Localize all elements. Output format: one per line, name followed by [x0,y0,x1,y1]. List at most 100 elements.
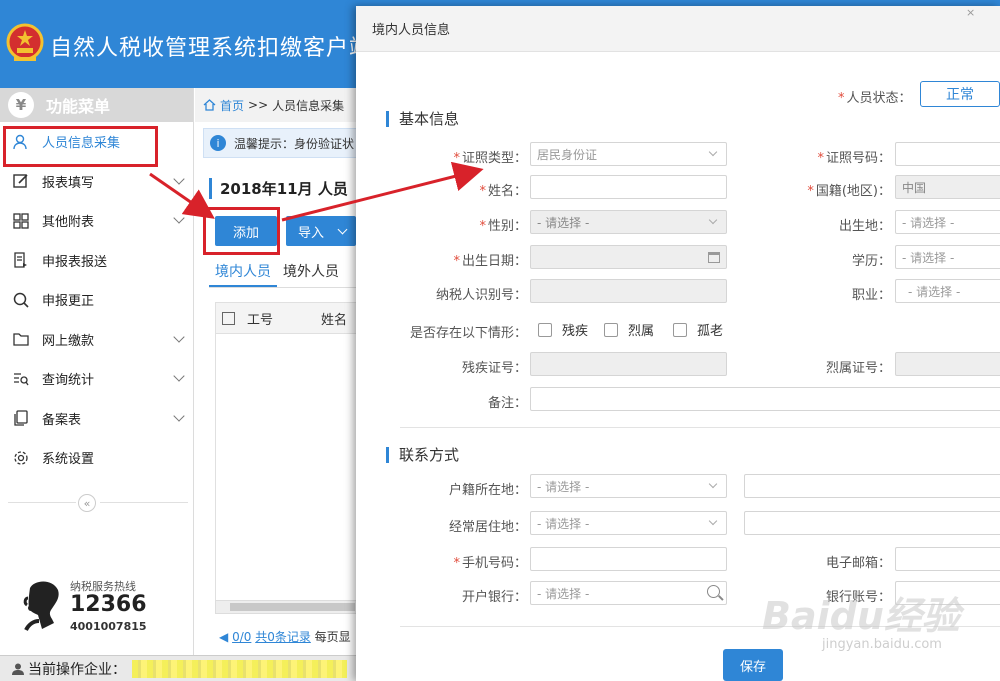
pager-prev-icon[interactable]: ◀ [219,630,228,644]
checkbox-label: 孤老 [697,324,724,339]
breadcrumb-current: 人员信息采集 [272,98,345,113]
sidebar-item-settings[interactable]: 系统设置 [0,438,193,478]
hotline-number: 12366 [70,592,147,617]
sidebar-item-online-payment[interactable]: 网上缴款 [0,320,193,360]
chevron-down-icon [708,479,718,489]
checkbox-box[interactable] [604,322,618,337]
bank-label: 开户银行： [461,590,527,605]
section-divider [400,427,1000,428]
scrollbar-thumb[interactable] [230,603,355,611]
tab-domestic[interactable]: 境内人员 [209,258,277,287]
grid-icon [12,213,30,229]
redacted-company-name [132,659,347,678]
breadcrumb-home-link[interactable]: 首页 [220,97,244,114]
select-all-checkbox[interactable] [222,311,235,325]
notice-banner: i 温馨提示：身份验证状 [203,128,358,158]
chevron-down-icon [708,516,718,526]
table-body [215,334,360,604]
collapse-sidebar-button[interactable]: « [78,494,96,512]
checkbox-box[interactable] [538,322,552,337]
column-header-name: 姓名 [321,312,348,328]
table-header: 工号 姓名 [215,302,360,334]
taxpayer-id-input[interactable] [530,279,727,303]
sidebar-item-report-submit[interactable]: 申报表报送 [0,241,193,281]
sidebar-item-filing[interactable]: 备案表 [0,399,193,439]
copy-icon [12,410,30,426]
breadcrumb-separator: >> [248,98,269,112]
sidebar-menu: 人员信息采集 报表填写 其他附表 申报表报送 申报更正 网上缴款 查询统计 备案… [0,122,193,478]
section-basic-info: 基本信息 [386,111,459,127]
status-label: * 人员状态： [838,91,912,106]
import-button-label: 导入 [298,225,325,241]
checkbox-disability[interactable]: 残疾 [538,320,588,339]
name-input[interactable] [530,175,727,199]
disability-cert-input[interactable] [530,352,727,376]
watermark-logo: Baidu经验 [762,594,960,638]
id-type-select[interactable]: 居民身份证 [530,142,727,166]
home-icon [203,99,216,111]
nationality-label: * 国籍(地区)： [807,184,891,199]
user-icon [12,663,24,675]
save-button[interactable]: 保存 [723,649,783,681]
current-company-label: 当前操作企业： [28,661,126,678]
id-number-input[interactable] [895,142,1000,166]
sidebar: ¥ 功能菜单 人员信息采集 报表填写 其他附表 申报表报送 申报更正 网上缴款 … [0,88,194,660]
pager-page-link[interactable]: 0/0 [232,630,251,644]
hotline-alt-number: 4001007815 [70,620,147,633]
send-report-icon [12,252,30,268]
checkbox-lonely-elderly[interactable]: 孤老 [673,320,723,339]
martyr-cert-input[interactable] [895,352,1000,376]
personnel-tabs: 境内人员 境外人员 [209,258,360,288]
email-input[interactable] [895,547,1000,571]
gender-label: * 性别： [479,219,527,234]
import-dropdown-button[interactable]: 导入 [286,216,356,246]
horizontal-scrollbar[interactable] [215,600,360,614]
close-icon[interactable]: × [966,6,986,19]
info-icon: i [210,135,226,151]
sidebar-item-label: 申报更正 [42,294,95,310]
id-type-label: * 证照类型： [453,151,527,166]
education-select[interactable]: - 请选择 - [895,245,1000,269]
chevron-down-icon [173,330,185,343]
sidebar-item-other-schedules[interactable]: 其他附表 [0,201,193,241]
remark-label: 备注： [487,396,527,411]
remark-input[interactable] [530,387,1000,411]
sidebar-item-query-stats[interactable]: 查询统计 [0,359,193,399]
sidebar-item-report-fill[interactable]: 报表填写 [0,162,193,202]
birth-date-label: * 出生日期： [453,254,527,269]
divider [8,502,76,503]
email-label: 电子邮箱： [825,556,891,571]
household-detail-input[interactable] [744,474,1000,498]
mobile-input[interactable] [530,547,727,571]
sidebar-item-label: 报表填写 [42,175,95,191]
nationality-field[interactable]: 中国 [895,175,1000,199]
sidebar-item-label: 网上缴款 [42,333,95,349]
bank-select[interactable]: - 请选择 - [530,581,727,605]
situations-label: 是否存在以下情形： [409,326,527,341]
birthplace-select[interactable]: - 请选择 - [895,210,1000,234]
national-emblem-icon [6,23,44,61]
service-hotline: 纳税服务热线 12366 4001007815 [22,578,192,638]
household-select[interactable]: - 请选择 - [530,474,727,498]
folder-icon [12,331,30,347]
mobile-label: * 手机号码： [453,556,527,571]
checkbox-box[interactable] [673,322,687,337]
birth-date-picker[interactable] [530,245,727,269]
calendar-icon [708,252,720,263]
status-normal-button[interactable]: 正常 [920,81,1000,107]
residence-detail-input[interactable] [744,511,1000,535]
menu-header: ¥ 功能菜单 [0,88,193,122]
chevron-down-icon [337,224,348,235]
tab-foreign[interactable]: 境外人员 [277,258,345,287]
gender-select[interactable]: - 请选择 - [530,210,727,234]
residence-select[interactable]: - 请选择 - [530,511,727,535]
notice-text: 温馨提示：身份验证状 [234,136,355,151]
headset-person-icon [23,581,59,631]
search-icon[interactable] [707,585,720,598]
sidebar-item-report-correct[interactable]: 申报更正 [0,280,193,320]
checkbox-martyr-family[interactable]: 烈属 [604,320,654,339]
disability-cert-label: 残疾证号： [461,361,527,376]
highlight-box-add [203,207,280,255]
occupation-select[interactable]: - 请选择 - [895,279,1000,303]
menu-header-label: 功能菜单 [46,97,111,116]
